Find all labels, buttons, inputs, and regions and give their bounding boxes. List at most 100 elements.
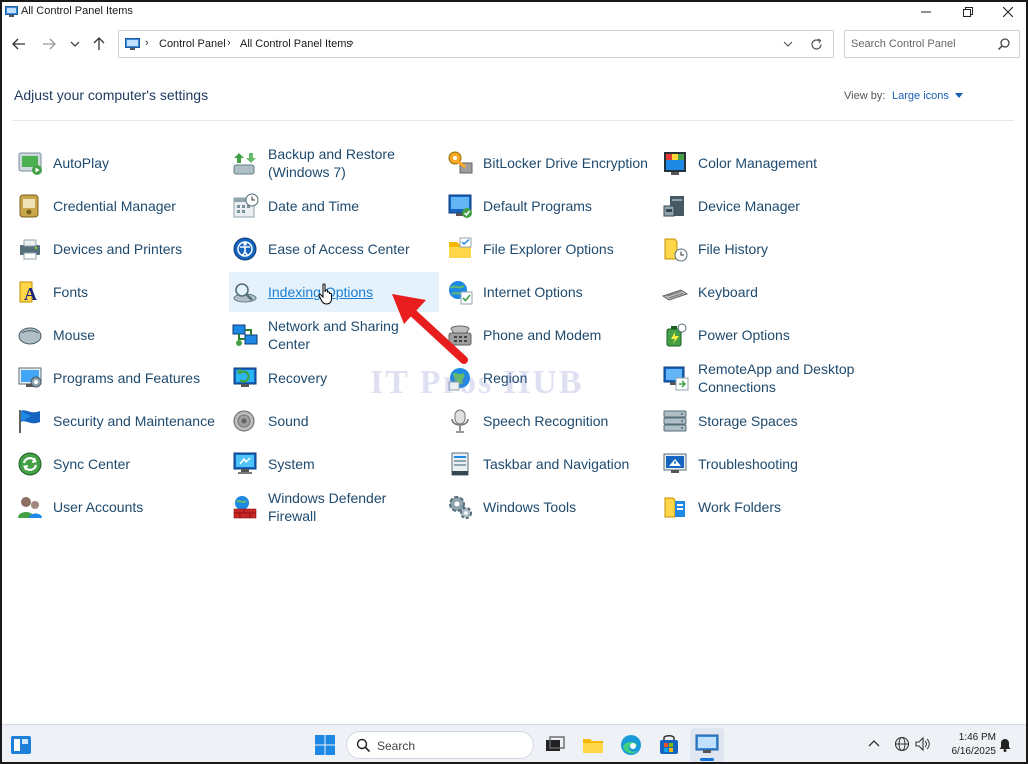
maximize-button[interactable]	[948, 2, 988, 22]
control-panel-item-sync-center[interactable]: Sync Center	[14, 444, 224, 484]
control-panel-item-devices-and-printers[interactable]: Devices and Printers	[14, 229, 224, 269]
control-panel-item-speech-recognition[interactable]: Speech Recognition	[444, 401, 654, 441]
control-panel-item-autoplay[interactable]: AutoPlay	[14, 143, 224, 183]
control-panel-icon	[695, 734, 719, 753]
network-globe-icon[interactable]	[894, 736, 910, 752]
page-title: Adjust your computer's settings	[14, 87, 209, 103]
control-panel-item-default-programs[interactable]: Default Programs	[444, 186, 654, 226]
control-panel-item-ease-of-access-center[interactable]: Ease of Access Center	[229, 229, 439, 269]
recent-locations-button[interactable]	[64, 34, 86, 54]
control-panel-item-file-history[interactable]: File History	[659, 229, 869, 269]
breadcrumb-all-items[interactable]: All Control Panel Items	[240, 38, 352, 50]
close-button[interactable]	[988, 2, 1026, 22]
view-by-label: View by:	[844, 90, 886, 102]
watermark: IT Pros HUB	[370, 364, 584, 401]
view-by-dropdown[interactable]: Large icons	[892, 90, 963, 102]
backup-and-restore-icon	[233, 153, 256, 175]
control-panel-item-security-and-maintenance[interactable]: Security and Maintenance	[14, 401, 224, 441]
breadcrumb-control-panel[interactable]: Control Panel	[159, 38, 226, 50]
control-panel-item-storage-spaces[interactable]: Storage Spaces	[659, 401, 869, 441]
edge-icon[interactable]	[618, 732, 644, 758]
search-input[interactable]	[851, 36, 991, 52]
up-button[interactable]	[88, 34, 110, 54]
file-history-icon	[664, 238, 688, 262]
chevron-down-icon	[70, 41, 80, 47]
default-programs-icon	[448, 194, 472, 218]
control-panel-item-credential-manager[interactable]: Credential Manager	[14, 186, 224, 226]
search-box[interactable]	[844, 30, 1020, 58]
sync-center-icon	[18, 452, 42, 476]
control-panel-item-user-accounts[interactable]: User Accounts	[14, 487, 224, 527]
volume-icon[interactable]	[914, 736, 932, 752]
widgets-icon[interactable]	[8, 732, 34, 758]
chevron-up-icon[interactable]	[868, 739, 880, 747]
control-panel-item-internet-options[interactable]: Internet Options	[444, 272, 654, 312]
control-panel-item-label: Devices and Printers	[53, 241, 183, 257]
control-panel-item-work-folders[interactable]: Work Folders	[659, 487, 869, 527]
system-icon	[233, 452, 257, 474]
mouse-icon	[18, 327, 42, 345]
refresh-icon[interactable]	[810, 38, 823, 51]
windows-tools-icon	[449, 496, 472, 519]
control-panel-item-mouse[interactable]: Mouse	[14, 315, 224, 355]
indexing-options-icon	[233, 283, 257, 303]
caret-down-icon	[954, 93, 963, 98]
control-panel-item-label: RemoteApp and Desktop Connections	[698, 361, 855, 395]
forward-button[interactable]	[38, 34, 60, 54]
sound-icon	[233, 410, 255, 432]
active-control-panel-taskbar-button[interactable]	[690, 728, 724, 762]
taskbar-search[interactable]: Search	[346, 731, 534, 759]
control-panel-item-label: AutoPlay	[53, 155, 110, 171]
control-panel-item-system[interactable]: System	[229, 444, 439, 484]
control-panel-icon	[125, 38, 140, 50]
task-view-icon[interactable]	[542, 732, 568, 758]
control-panel-item-label: File History	[698, 241, 769, 257]
control-panel-item-fonts[interactable]: A Fonts	[14, 272, 224, 312]
control-panel-item-device-manager[interactable]: Device Manager	[659, 186, 869, 226]
search-icon[interactable]	[997, 37, 1011, 51]
control-panel-item-label: Internet Options	[483, 284, 583, 300]
control-panel-item-label: System	[268, 456, 315, 472]
clock-time[interactable]: 1:46 PM	[940, 732, 996, 743]
control-panel-item-programs-and-features[interactable]: Programs and Features	[14, 358, 224, 398]
minimize-button[interactable]	[906, 2, 946, 22]
control-panel-item-remoteapp-and-desktop-connections[interactable]: RemoteApp and Desktop Connections	[659, 358, 869, 398]
control-panel-item-label: Default Programs	[483, 198, 592, 214]
control-panel-item-label: Sound	[268, 413, 309, 429]
control-panel-item-bitlocker-drive-encryption[interactable]: BitLocker Drive Encryption	[444, 143, 654, 183]
network-and-sharing-center-icon	[232, 324, 258, 346]
ease-of-access-center-icon	[233, 237, 257, 261]
control-panel-item-label: Keyboard	[698, 284, 758, 300]
store-icon[interactable]	[656, 732, 682, 758]
control-panel-item-troubleshooting[interactable]: Troubleshooting	[659, 444, 869, 484]
power-options-icon	[666, 323, 687, 347]
control-panel-item-taskbar-and-navigation[interactable]: Taskbar and Navigation	[444, 444, 654, 484]
back-button[interactable]	[8, 34, 30, 54]
control-panel-item-file-explorer-options[interactable]: File Explorer Options	[444, 229, 654, 269]
control-panel-item-date-and-time[interactable]: Date and Time	[229, 186, 439, 226]
clock-date[interactable]: 6/16/2025	[940, 746, 997, 757]
control-panel-item-label: User Accounts	[53, 499, 144, 515]
control-panel-item-sound[interactable]: Sound	[229, 401, 439, 441]
address-bar[interactable]: › Control Panel › All Control Panel Item…	[118, 30, 834, 58]
bitlocker-drive-encryption-icon	[448, 151, 473, 174]
notification-bell-icon[interactable]	[998, 737, 1012, 752]
control-panel-item-power-options[interactable]: Power Options	[659, 315, 869, 355]
control-panel-window: All Control Panel Items › Control Panel …	[0, 0, 1028, 764]
control-panel-item-windows-tools[interactable]: Windows Tools	[444, 487, 654, 527]
control-panel-item-backup-and-restore[interactable]: Backup and Restore (Windows 7)	[229, 143, 439, 183]
control-panel-item-keyboard[interactable]: Keyboard	[659, 272, 869, 312]
control-panel-item-color-management[interactable]: Color Management	[659, 143, 869, 183]
color-management-icon	[664, 152, 686, 175]
control-panel-item-label: File Explorer Options	[483, 241, 614, 257]
view-by-value: Large icons	[892, 90, 949, 102]
file-explorer-icon[interactable]	[580, 732, 606, 758]
keyboard-icon	[661, 289, 689, 301]
control-panel-item-windows-defender-firewall[interactable]: Windows Defender Firewall	[229, 487, 439, 527]
chevron-right-icon: ›	[145, 37, 149, 49]
user-accounts-icon	[18, 497, 42, 518]
control-panel-item-phone-and-modem[interactable]: Phone and Modem	[444, 315, 654, 355]
start-icon[interactable]	[312, 732, 338, 758]
chevron-down-icon[interactable]	[783, 41, 793, 48]
troubleshooting-icon	[663, 453, 687, 473]
